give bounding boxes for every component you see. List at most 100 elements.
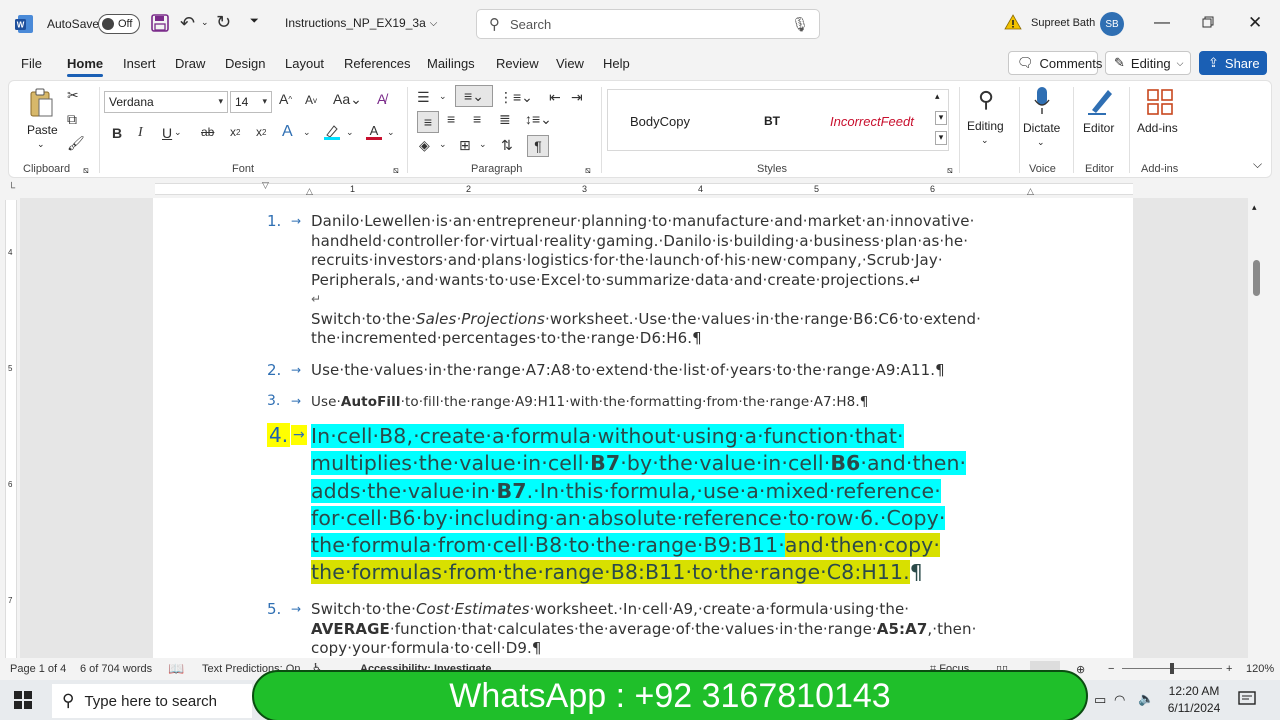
zoom-slider-thumb[interactable] xyxy=(1170,663,1174,674)
grow-font-icon[interactable]: A ^ xyxy=(279,91,292,107)
paste-icon[interactable] xyxy=(27,87,55,119)
tab-help[interactable]: Help xyxy=(603,56,630,71)
chevron-down-icon[interactable]: ⌄ xyxy=(174,127,182,138)
chevron-down-icon[interactable]: ⌄ xyxy=(439,91,447,102)
zoom-in-icon[interactable]: + xyxy=(1226,663,1232,675)
styles-more-icon[interactable]: ▾ xyxy=(935,131,947,145)
styles-scroll-down-icon[interactable]: ▾ xyxy=(935,111,947,125)
cut-icon[interactable]: ✂ xyxy=(67,87,79,104)
chevron-down-icon[interactable]: ⌄ xyxy=(37,139,45,150)
tab-draw[interactable]: Draw xyxy=(175,56,205,71)
add-ins-icon[interactable] xyxy=(1145,87,1175,117)
comments-button[interactable]: 🗨 Comments xyxy=(1008,51,1102,75)
taskbar-clock[interactable]: 12:20 AM 6/11/2024 xyxy=(1164,683,1224,717)
first-line-indent-marker[interactable]: ▽ xyxy=(262,180,269,191)
bullets-icon[interactable]: ☰ xyxy=(417,89,430,106)
align-center-icon[interactable]: ≡ xyxy=(447,111,455,127)
chevron-down-icon[interactable]: ⌄ xyxy=(303,127,311,138)
editing-group-button[interactable]: Editing xyxy=(967,119,1004,133)
font-name-combo[interactable]: Verdana ▾ xyxy=(104,91,228,113)
word-count[interactable]: 6 of 704 words xyxy=(80,663,152,675)
strikethrough-icon[interactable]: ab xyxy=(201,125,214,139)
document-page[interactable]: 1. → Danilo·Lewellen·is·an·entrepreneur·… xyxy=(153,198,1133,658)
notification-icon[interactable] xyxy=(1238,690,1256,711)
warning-icon[interactable] xyxy=(1004,14,1022,30)
clear-formatting-icon[interactable]: A̸ xyxy=(377,91,386,107)
change-case-icon[interactable]: Aa⌄ xyxy=(333,91,362,108)
minimize-icon[interactable]: — xyxy=(1154,14,1170,32)
scroll-up-icon[interactable]: ▴ xyxy=(1252,202,1257,213)
style-bodycopy[interactable]: BodyCopy xyxy=(630,114,690,129)
share-button[interactable]: ⇪ Share xyxy=(1199,51,1267,75)
wifi-icon[interactable]: ◠ xyxy=(1114,692,1125,708)
align-left-icon[interactable]: ≡ xyxy=(417,111,439,133)
zoom-level[interactable]: 120% xyxy=(1246,663,1274,675)
right-indent-marker[interactable]: △ xyxy=(1027,186,1034,197)
autosave-toggle[interactable]: Off xyxy=(98,14,140,34)
hanging-indent-marker[interactable]: △ xyxy=(306,186,313,197)
highlight-icon[interactable] xyxy=(323,123,341,141)
dialog-launcher-icon[interactable]: ⧅ xyxy=(393,165,399,176)
line-spacing-icon[interactable]: ↕≡⌄ xyxy=(525,111,552,128)
document-title[interactable]: Instructions_NP_EX19_3a ⌵ xyxy=(285,16,437,30)
redo-icon[interactable]: ↻ xyxy=(216,12,231,33)
avatar[interactable]: SB xyxy=(1100,12,1124,36)
tab-file[interactable]: File xyxy=(21,56,42,71)
paste-label[interactable]: Paste xyxy=(27,123,58,137)
windows-start-icon[interactable] xyxy=(14,691,32,709)
chevron-down-icon[interactable]: ⌄ xyxy=(439,139,447,150)
dictate-label[interactable]: Dictate xyxy=(1023,121,1060,135)
scrollbar-thumb[interactable] xyxy=(1253,260,1260,296)
undo-icon[interactable]: ↶ xyxy=(180,13,195,34)
save-icon[interactable] xyxy=(150,13,170,33)
shading-icon[interactable]: ◈ xyxy=(419,137,430,154)
text-effects-icon[interactable]: A xyxy=(282,123,293,141)
find-icon[interactable]: ⚲ xyxy=(971,85,1001,115)
sort-icon[interactable]: ⇅ xyxy=(501,137,513,154)
align-right-icon[interactable]: ≡ xyxy=(473,111,481,127)
add-ins-label[interactable]: Add-ins xyxy=(1137,121,1178,135)
tab-mailings[interactable]: Mailings xyxy=(427,56,475,71)
vertical-scrollbar[interactable]: ▴ xyxy=(1248,198,1264,658)
tab-design[interactable]: Design xyxy=(225,56,265,71)
chevron-down-icon[interactable]: ⌄ xyxy=(346,127,354,138)
volume-icon[interactable]: 🔈 xyxy=(1138,691,1154,707)
battery-icon[interactable]: ▭ xyxy=(1094,692,1106,708)
chevron-down-icon[interactable]: ⌄ xyxy=(981,135,989,146)
dialog-launcher-icon[interactable]: ⧅ xyxy=(83,165,89,176)
dialog-launcher-icon[interactable]: ⧅ xyxy=(585,165,591,176)
tab-selector-icon[interactable]: └ xyxy=(8,183,15,194)
justify-icon[interactable]: ≣ xyxy=(499,111,511,128)
copy-icon[interactable]: ⧉ xyxy=(67,111,77,128)
restore-icon[interactable] xyxy=(1202,16,1214,28)
collapse-ribbon-icon[interactable]: ⌵ xyxy=(1253,157,1262,172)
search-box[interactable]: ⚲ Search 🎙 xyxy=(476,9,820,39)
underline-icon[interactable]: U xyxy=(162,125,172,141)
borders-icon[interactable]: ⊞ xyxy=(459,137,471,154)
page-count[interactable]: Page 1 of 4 xyxy=(10,663,66,675)
dictate-icon[interactable] xyxy=(1031,85,1053,117)
numbering-icon[interactable]: ≡⌄ xyxy=(455,85,493,107)
undo-dropdown-icon[interactable]: ⌄ xyxy=(201,17,209,28)
decrease-indent-icon[interactable]: ⇤ xyxy=(549,89,561,106)
proofing-icon[interactable]: 📖 xyxy=(168,661,184,677)
tab-view[interactable]: View xyxy=(556,56,584,71)
customize-qat-icon[interactable]: ⏷ xyxy=(250,15,259,28)
font-size-combo[interactable]: 14 ▾ xyxy=(230,91,272,113)
increase-indent-icon[interactable]: ⇥ xyxy=(571,89,583,106)
styles-scroll-up-icon[interactable]: ▴ xyxy=(935,91,940,102)
tab-insert[interactable]: Insert xyxy=(123,56,156,71)
multilevel-list-icon[interactable]: ⋮≡⌄ xyxy=(499,89,533,106)
chevron-down-icon[interactable]: ⌄ xyxy=(479,139,487,150)
chevron-down-icon[interactable]: ⌄ xyxy=(387,127,395,138)
tab-home[interactable]: Home xyxy=(67,56,104,77)
close-icon[interactable]: ✕ xyxy=(1248,13,1262,33)
dialog-launcher-icon[interactable]: ⧅ xyxy=(947,165,953,176)
editor-label[interactable]: Editor xyxy=(1083,121,1114,135)
italic-icon[interactable]: I xyxy=(138,125,143,141)
editor-icon[interactable] xyxy=(1085,85,1117,117)
taskbar-search[interactable]: ⚲ Type here to search xyxy=(52,684,252,718)
show-formatting-icon[interactable]: ¶ xyxy=(527,135,549,157)
shrink-font-icon[interactable]: Av xyxy=(305,93,317,107)
tab-review[interactable]: Review xyxy=(496,56,539,71)
